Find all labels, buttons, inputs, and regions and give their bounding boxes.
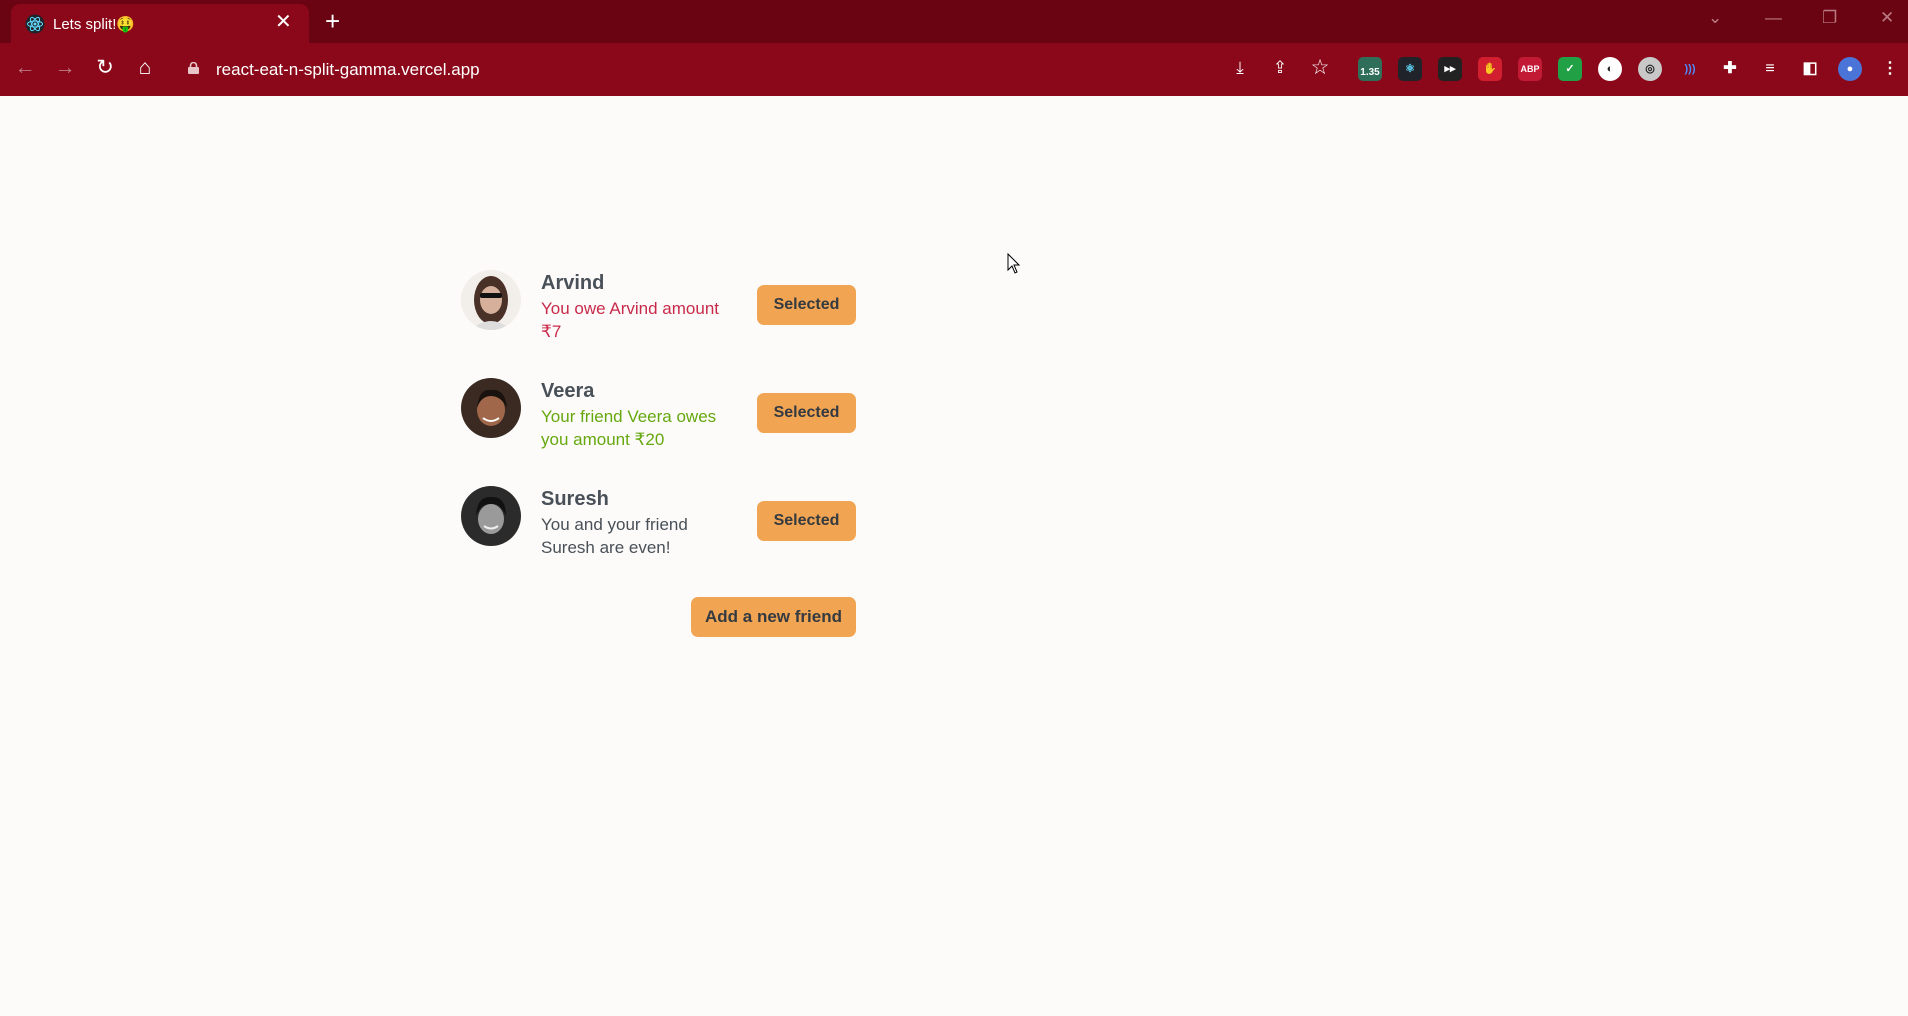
- home-icon[interactable]: ⌂: [131, 54, 159, 82]
- avatar-image: [461, 378, 521, 438]
- friend-balance-text: You owe Arvind amount ₹7: [541, 299, 719, 341]
- friend-name: Veera: [541, 380, 595, 402]
- restore-icon[interactable]: ❐: [1822, 8, 1837, 28]
- tab-strip: Lets split!🤑 ✕ + ⌄ — ❐ ✕: [0, 0, 1908, 43]
- install-icon[interactable]: ⤓: [1226, 54, 1254, 82]
- close-tab-icon[interactable]: ✕: [275, 12, 292, 32]
- back-icon[interactable]: ←: [11, 54, 39, 82]
- tab-search-icon[interactable]: ⌄: [1708, 8, 1722, 28]
- share-icon[interactable]: ⇪: [1266, 54, 1294, 82]
- new-tab-icon[interactable]: +: [325, 8, 340, 34]
- react-devtools-icon[interactable]: ⚛: [1398, 57, 1422, 81]
- reading-list-icon[interactable]: ≡: [1758, 57, 1782, 81]
- fast-forward-icon[interactable]: ▸▸: [1438, 57, 1462, 81]
- url-text: react-eat-n-split-gamma.vercel.app: [216, 60, 480, 79]
- profile-avatar[interactable]: ●: [1838, 57, 1862, 81]
- avatar: [461, 270, 521, 330]
- speed-extension-icon[interactable]: 1.35: [1358, 57, 1382, 81]
- friend-item-veera: Veera Your friend Veera owes you amount …: [457, 370, 857, 460]
- side-panel-icon[interactable]: ◧: [1798, 57, 1822, 81]
- friend-balance-text: You and your friend Suresh are even!: [541, 515, 688, 557]
- close-window-icon[interactable]: ✕: [1880, 8, 1894, 28]
- reload-icon[interactable]: ↻: [91, 54, 119, 82]
- add-friend-button[interactable]: Add a new friend: [691, 597, 856, 637]
- friend-name: Suresh: [541, 488, 609, 510]
- avatar-image: [461, 270, 521, 330]
- target-icon[interactable]: ◎: [1638, 57, 1662, 81]
- select-friend-button[interactable]: Selected: [757, 285, 856, 325]
- mouse-cursor-icon: [1007, 253, 1021, 274]
- react-icon: [25, 14, 45, 34]
- select-friend-button[interactable]: Selected: [757, 393, 856, 433]
- browser-toolbar: ← → ↻ ⌂ react-eat-n-split-gamma.vercel.a…: [0, 43, 1908, 96]
- minimize-icon[interactable]: —: [1765, 8, 1782, 28]
- active-tab[interactable]: Lets split!🤑 ✕: [11, 4, 309, 43]
- friend-item-arvind: Arvind You owe Arvind amount ₹7 Selected: [457, 262, 857, 352]
- friend-balance-text: Your friend Veera owes you amount ₹20: [541, 407, 717, 449]
- extensions-puzzle-icon[interactable]: ✚: [1718, 57, 1742, 81]
- lock-icon: [188, 62, 199, 74]
- address-bar[interactable]: react-eat-n-split-gamma.vercel.app: [176, 49, 1356, 90]
- circle-extension-icon[interactable]: ◐: [1598, 57, 1622, 81]
- friend-item-suresh: Suresh You and your friend Suresh are ev…: [457, 478, 857, 568]
- shield-icon[interactable]: ✓: [1558, 57, 1582, 81]
- tab-title: Lets split!🤑: [53, 16, 136, 33]
- friend-name: Arvind: [541, 272, 605, 294]
- avatar: [461, 486, 521, 546]
- avatar-image: [461, 486, 521, 546]
- sound-wave-icon[interactable]: ))): [1678, 57, 1702, 81]
- adblock-icon[interactable]: ABP: [1518, 57, 1542, 81]
- bookmark-star-icon[interactable]: ☆: [1306, 54, 1334, 82]
- select-friend-button[interactable]: Selected: [757, 501, 856, 541]
- hand-icon[interactable]: ✋: [1478, 57, 1502, 81]
- menu-dots-icon[interactable]: ⋮: [1878, 57, 1902, 81]
- forward-icon[interactable]: →: [51, 54, 79, 82]
- avatar: [461, 378, 521, 438]
